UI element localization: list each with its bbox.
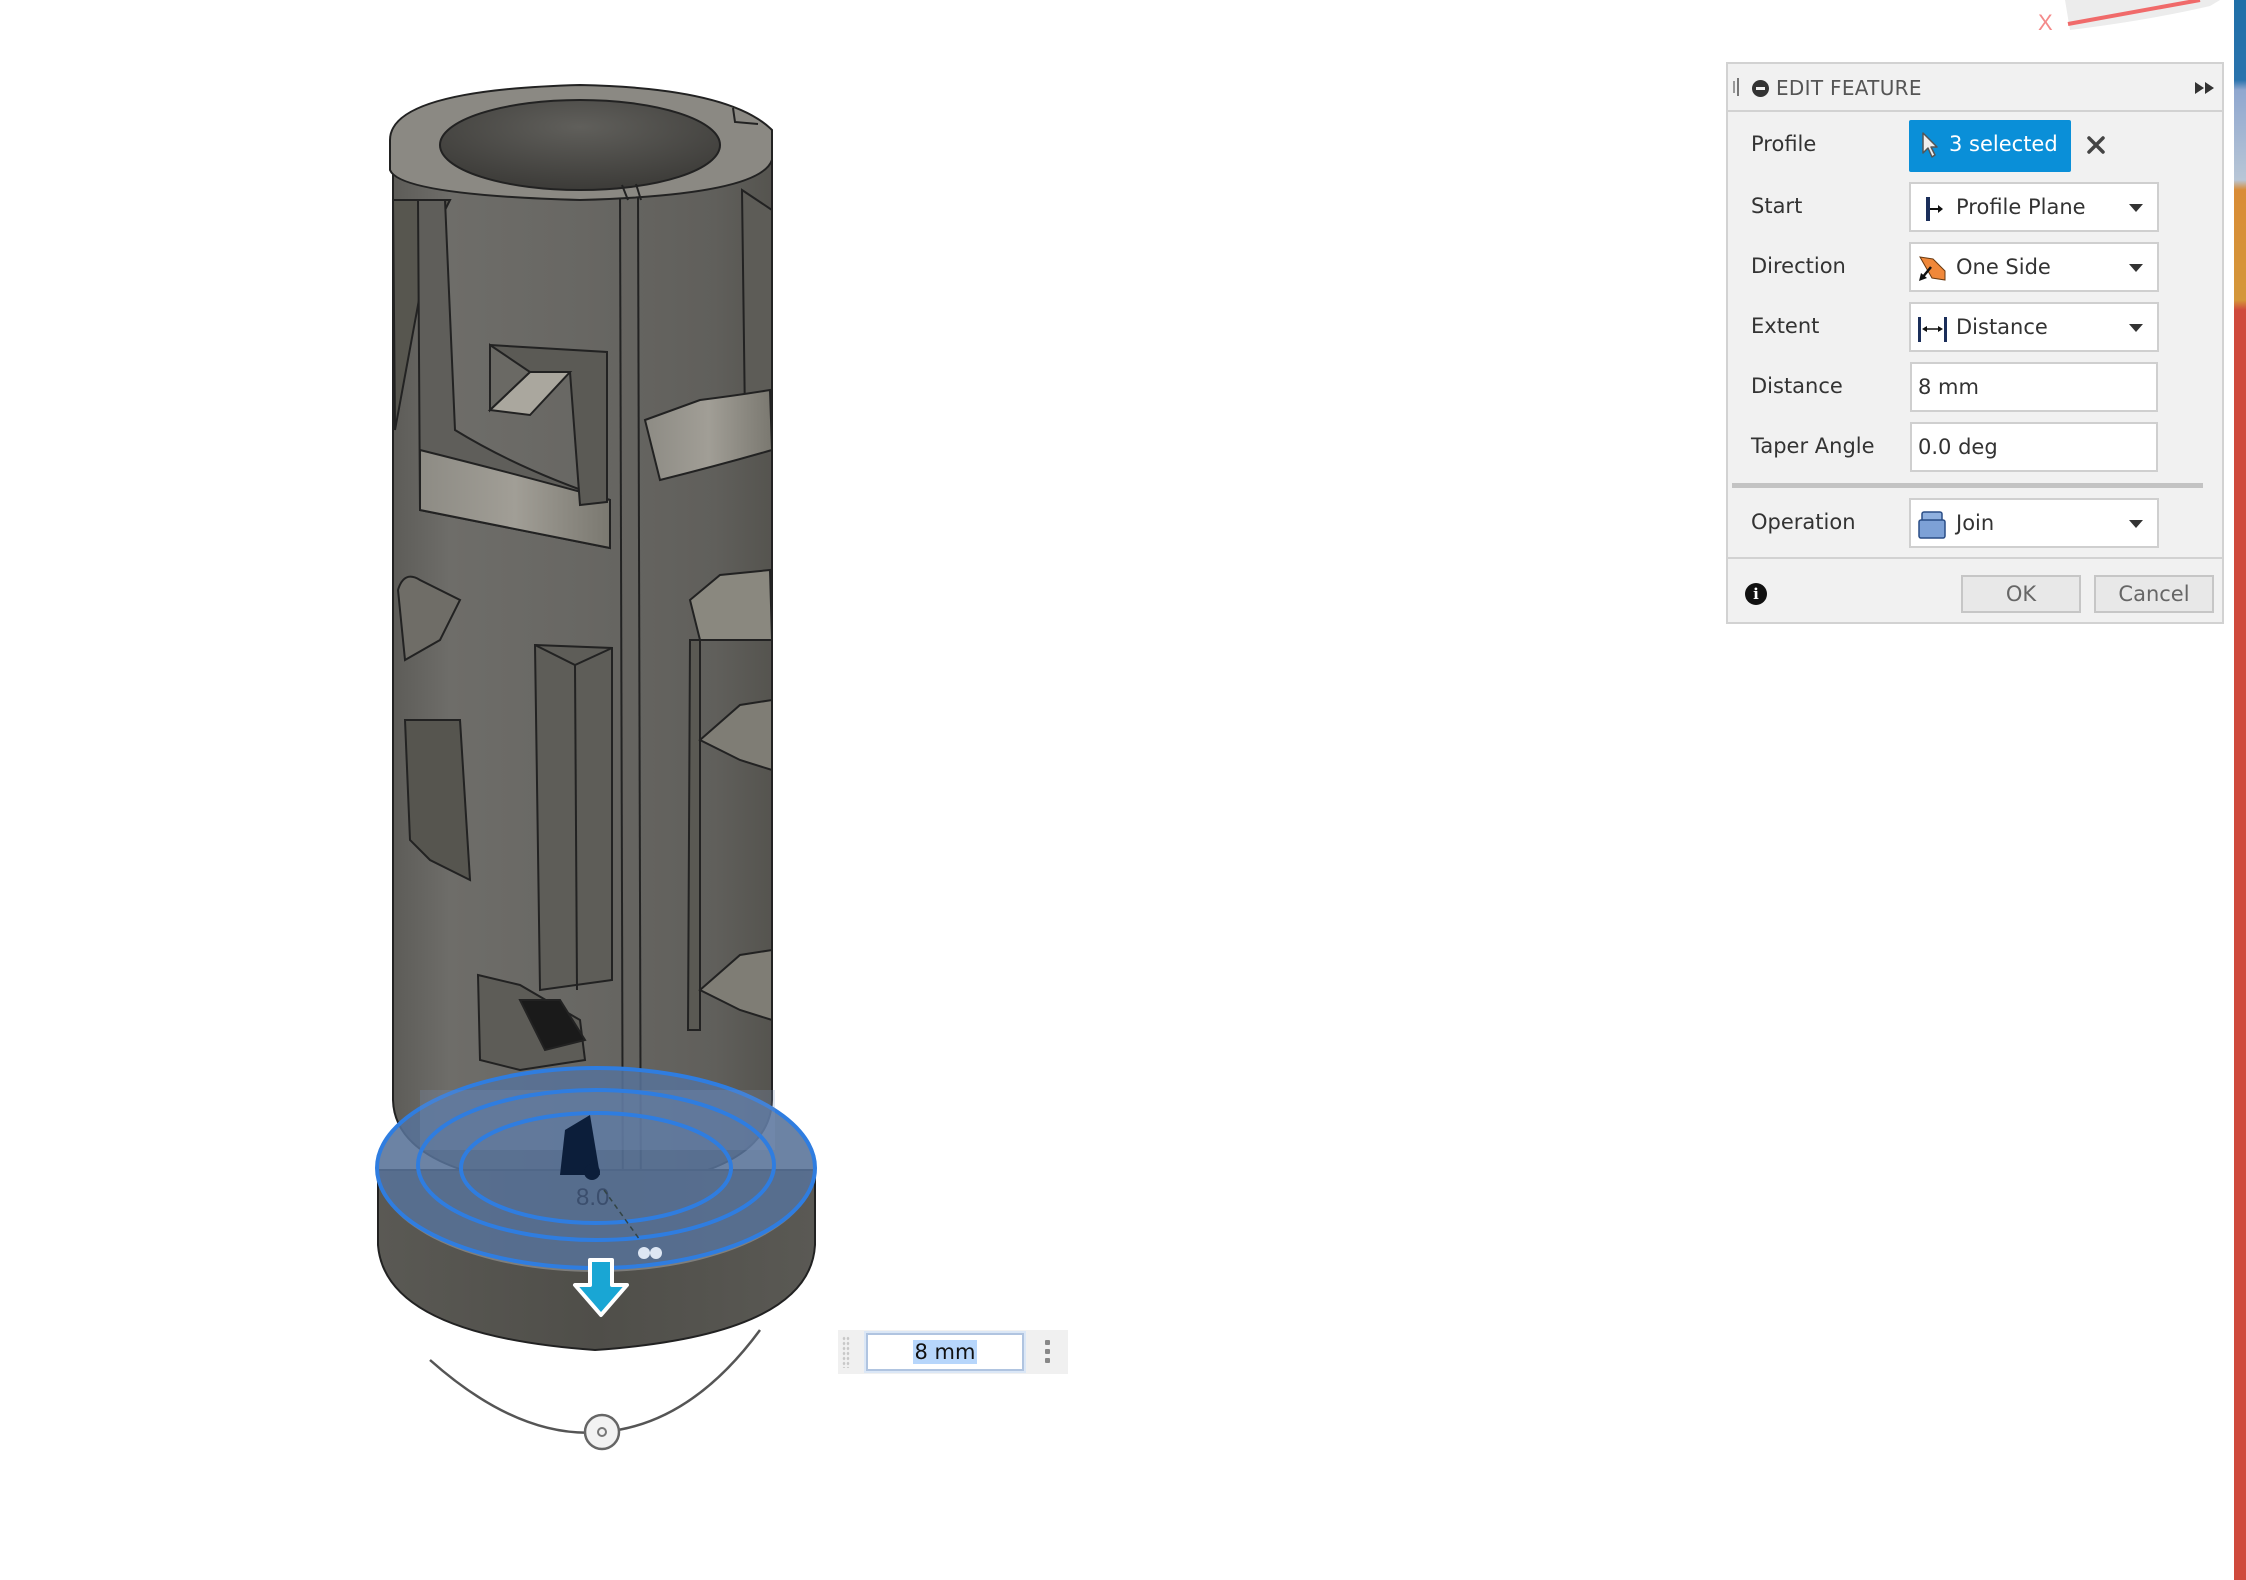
close-x-icon[interactable] [2081,130,2111,160]
profile-plane-icon [1926,197,1943,221]
desktop-wallpaper-edge [2234,0,2246,1580]
panel-grip-icon[interactable] [1733,78,1739,96]
join-operation-icon [1918,511,1946,539]
distance-row: Distance [1728,362,2222,412]
direction-row: Direction One Side [1728,242,2222,292]
profile-selection-button[interactable]: 3 selected [1909,120,2071,172]
chevron-down-icon [2129,264,2143,272]
taper-angle-input[interactable] [1910,422,2158,472]
one-side-direction-icon [1919,256,1946,281]
extent-label: Extent [1751,314,1820,338]
drag-grip-icon[interactable] [842,1336,850,1368]
profile-label: Profile [1751,132,1817,156]
chevron-down-icon [2129,324,2143,332]
sketch-dimension-label: 8.0 [576,1184,609,1211]
panel-title: EDIT FEATURE [1776,76,1922,100]
distance-label: Distance [1751,374,1843,398]
panel-header[interactable]: EDIT FEATURE [1728,64,2222,112]
section-divider [1732,483,2203,488]
taper-angle-label: Taper Angle [1751,434,1875,458]
more-options-icon[interactable] [1044,1340,1052,1366]
profile-row: Profile 3 selected [1728,120,2222,172]
extent-row: Extent Distance [1728,302,2222,352]
info-icon[interactable]: i [1745,583,1767,605]
cancel-button[interactable]: Cancel [2094,575,2214,613]
canvas-distance-input[interactable]: 8 mm [838,1330,1068,1374]
distance-input[interactable] [1910,362,2158,412]
operation-dropdown[interactable]: Join [1909,498,2159,548]
ok-button[interactable]: OK [1961,575,2081,613]
canvas-distance-field[interactable]: 8 mm [866,1333,1024,1371]
start-dropdown[interactable]: Profile Plane [1909,182,2159,232]
panel-footer: i OK Cancel [1728,557,2222,624]
extent-dropdown[interactable]: Distance [1909,302,2159,352]
start-value: Profile Plane [1956,195,2086,219]
cursor-arrow-icon [1922,132,1938,158]
collapse-icon[interactable] [1752,80,1769,97]
x-axis-label: X [2038,10,2053,35]
extent-value: Distance [1956,315,2048,339]
chevron-down-icon [2129,204,2143,212]
edit-feature-panel: EDIT FEATURE Profile 3 selected Start Pr… [1726,62,2224,624]
operation-label: Operation [1751,510,1856,534]
view-cube[interactable]: X [2030,0,2230,45]
operation-value: Join [1956,511,1995,535]
direction-value: One Side [1956,255,2051,279]
direction-dropdown[interactable]: One Side [1909,242,2159,292]
profile-selection-count: 3 selected [1949,132,2058,156]
start-row: Start Profile Plane [1728,182,2222,232]
operation-row: Operation Join [1728,498,2222,548]
direction-label: Direction [1751,254,1846,278]
top-ring[interactable] [389,83,773,202]
distance-extent-icon [1918,317,1947,342]
expand-panel-icon[interactable] [2194,80,2216,96]
canvas-distance-value[interactable]: 8 mm [912,1340,978,1364]
chevron-down-icon [2129,520,2143,528]
taper-angle-row: Taper Angle [1728,422,2222,472]
start-label: Start [1751,194,1803,218]
